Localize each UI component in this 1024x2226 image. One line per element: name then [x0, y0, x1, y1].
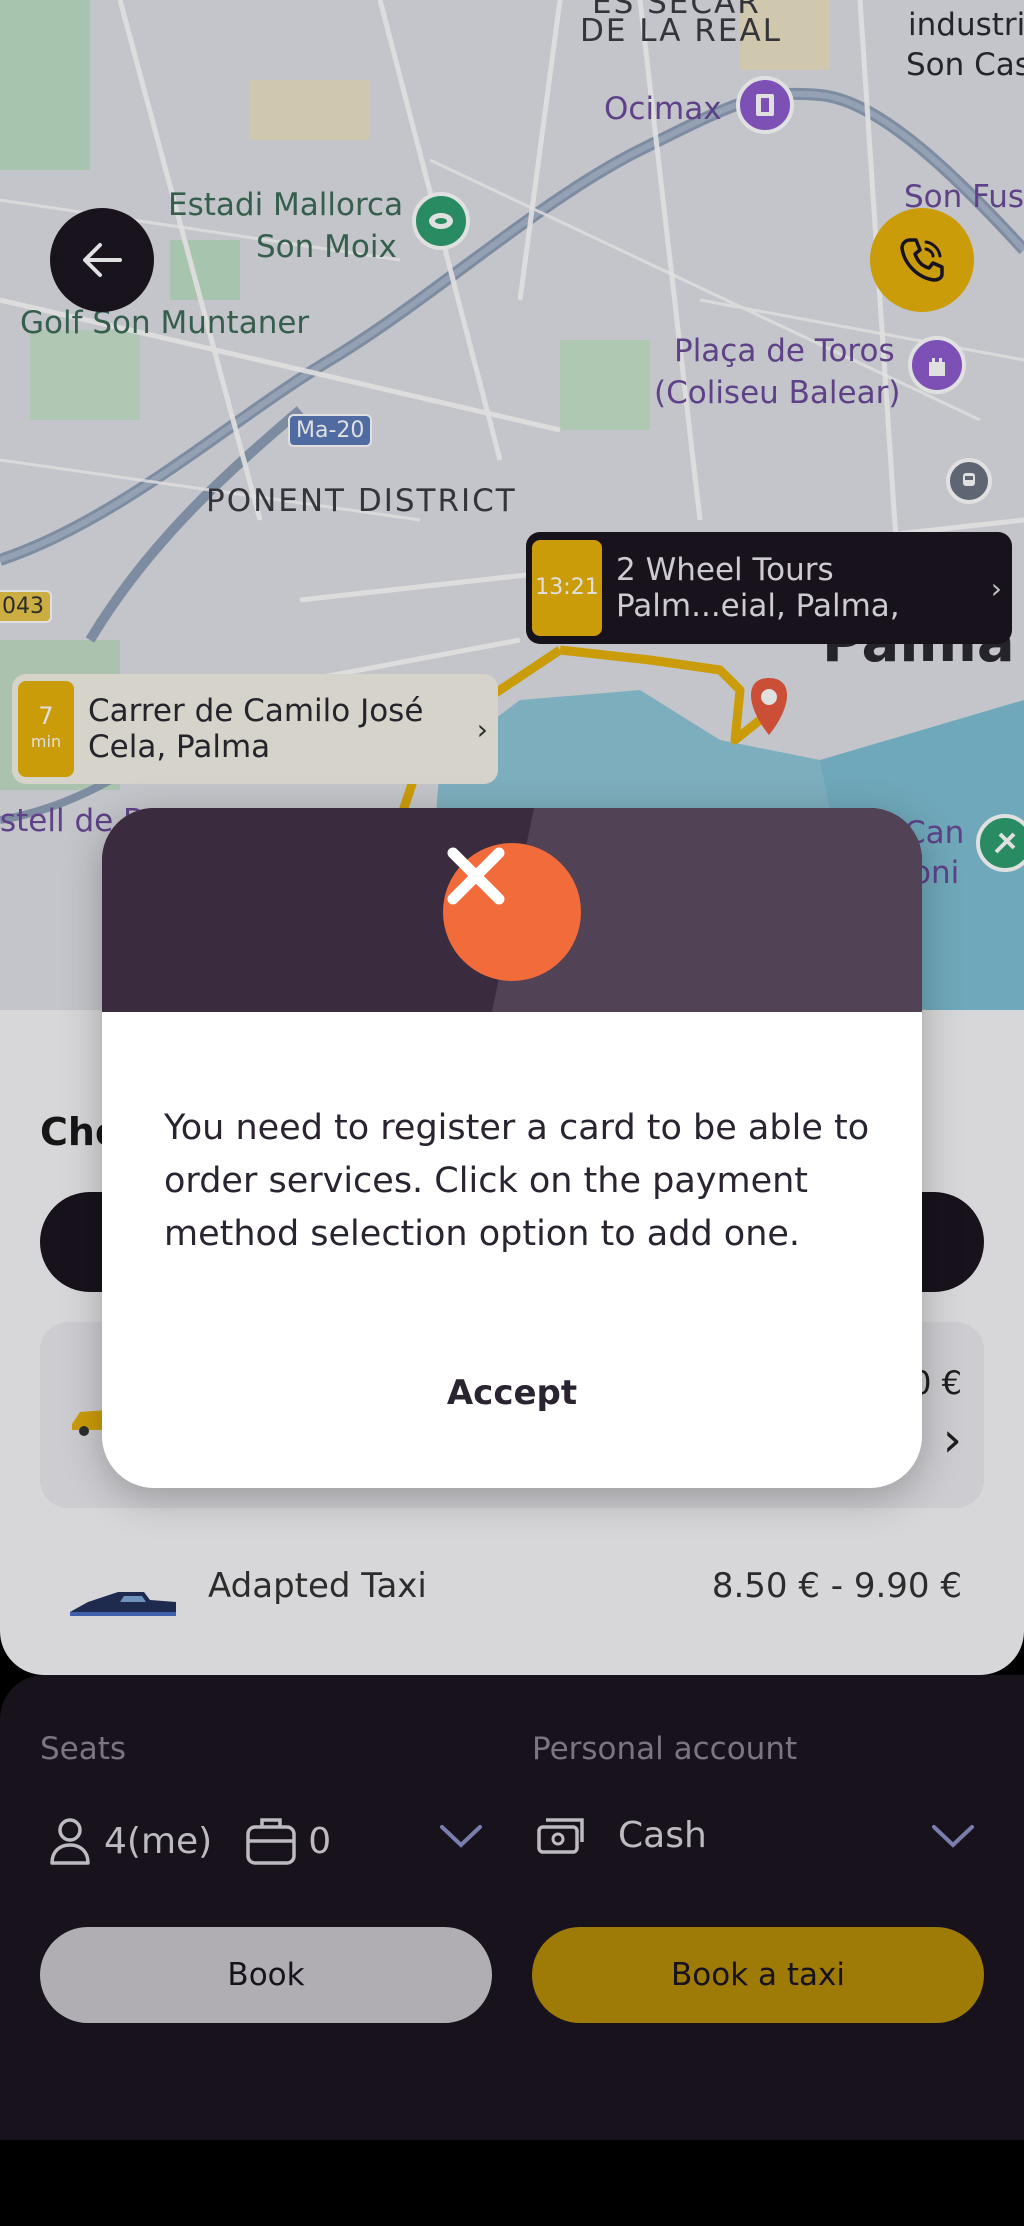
- error-dialog: You need to register a card to be able t…: [102, 808, 922, 1488]
- dialog-message: You need to register a card to be able t…: [164, 1108, 870, 1254]
- accept-button[interactable]: Accept: [102, 1348, 922, 1438]
- dialog-header: [102, 808, 922, 1012]
- error-icon: [443, 843, 581, 981]
